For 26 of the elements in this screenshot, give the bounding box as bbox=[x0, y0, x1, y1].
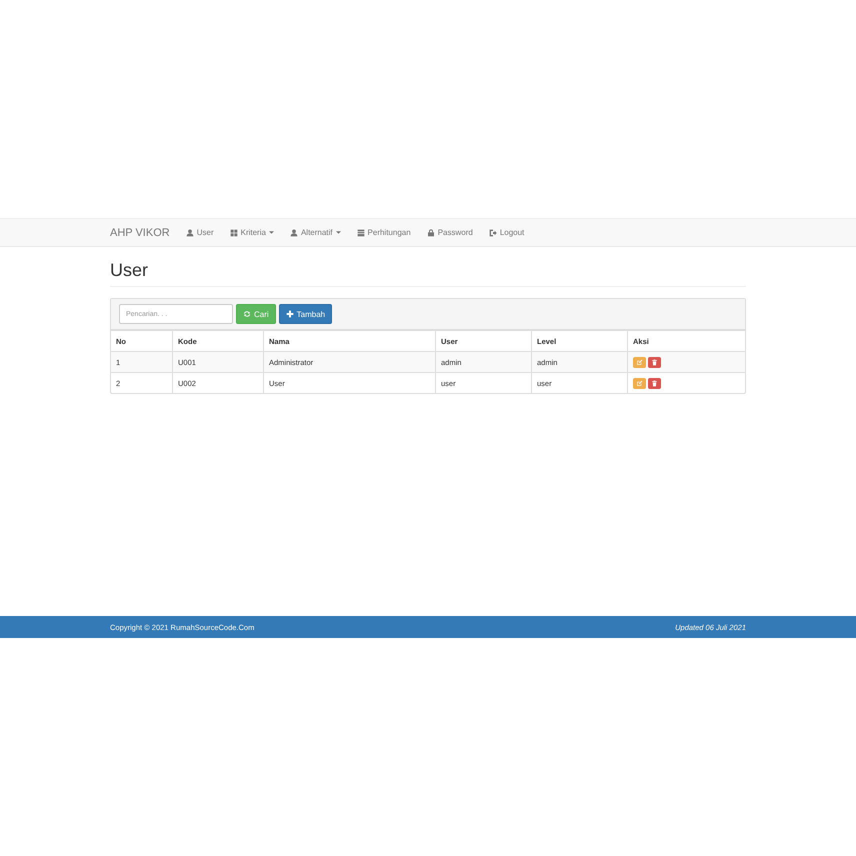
edit-icon bbox=[636, 358, 643, 366]
table-icon bbox=[356, 228, 365, 236]
caret-icon bbox=[268, 231, 274, 234]
user-icon bbox=[186, 228, 194, 236]
add-button[interactable]: Tambah bbox=[278, 304, 332, 324]
trash-icon bbox=[651, 380, 658, 386]
page-title: User bbox=[110, 260, 150, 280]
delete-button[interactable] bbox=[648, 356, 661, 368]
user-icon bbox=[290, 228, 298, 236]
nav-link[interactable]: User bbox=[186, 228, 214, 237]
grid-icon bbox=[230, 228, 238, 236]
plus-icon bbox=[286, 310, 294, 318]
search-button[interactable]: Cari bbox=[236, 304, 276, 324]
caret-icon bbox=[336, 231, 341, 234]
delete-button[interactable] bbox=[648, 378, 661, 388]
trash-icon bbox=[651, 358, 658, 366]
edit-icon bbox=[636, 380, 643, 386]
refresh-icon bbox=[243, 310, 251, 318]
nav-link[interactable]: Alternatif bbox=[290, 228, 341, 237]
brand-link[interactable]: AHP VIKOR bbox=[110, 226, 170, 238]
nav-link[interactable]: Password bbox=[426, 228, 473, 237]
nav-link[interactable]: Kriteria bbox=[230, 228, 274, 237]
logout-icon bbox=[488, 228, 497, 236]
lock-icon bbox=[426, 228, 435, 236]
nav-link[interactable]: Logout bbox=[488, 228, 524, 237]
nav-link[interactable]: Perhitungan bbox=[356, 228, 411, 237]
